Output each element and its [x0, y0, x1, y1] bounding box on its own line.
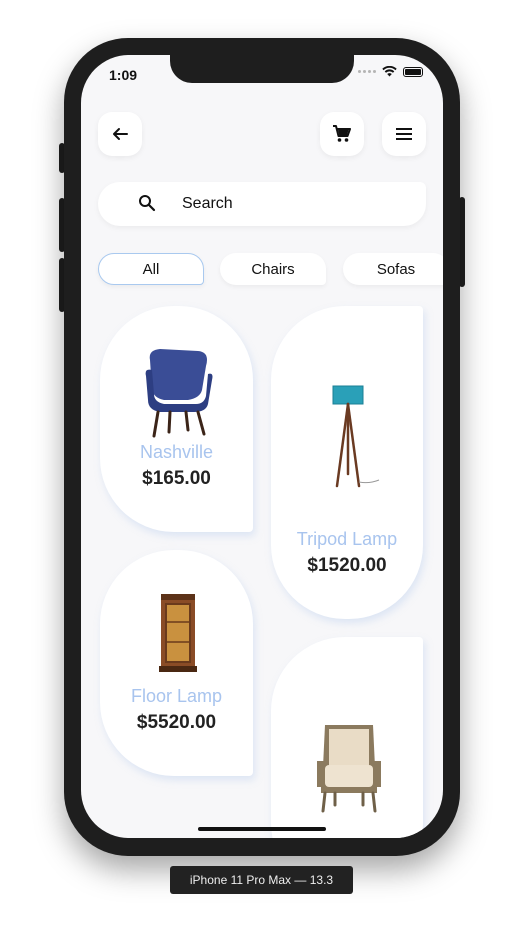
- menu-button[interactable]: [382, 112, 426, 156]
- product-name: Tripod Lamp: [296, 529, 398, 549]
- floor-lamp-image: [159, 594, 197, 672]
- category-chip-chairs[interactable]: Chairs: [220, 253, 326, 285]
- cart-icon: [333, 125, 351, 142]
- notch: [170, 55, 354, 83]
- product-card-armchair[interactable]: [271, 637, 423, 838]
- home-indicator[interactable]: [198, 827, 326, 831]
- product-card-nashville[interactable]: Nashville $165.00: [100, 306, 253, 532]
- arrow-left-icon: [113, 128, 128, 140]
- search-icon: [139, 195, 156, 212]
- armchair-image: [145, 349, 213, 438]
- back-button[interactable]: [98, 112, 142, 156]
- search-placeholder: Search: [182, 195, 233, 212]
- app-screen: 1:09 Search All Chairs Sofas Nashville $…: [81, 55, 443, 838]
- battery-icon: [403, 66, 423, 77]
- wifi-icon: [382, 66, 397, 77]
- menu-icon: [396, 128, 412, 140]
- product-price: $1520.00: [307, 555, 387, 576]
- tripod-lamp-image: [332, 385, 380, 488]
- product-card-floor-lamp[interactable]: Floor Lamp $5520.00: [100, 550, 253, 776]
- category-chip-all[interactable]: All: [98, 253, 204, 285]
- product-name: Floor Lamp: [130, 686, 223, 706]
- category-chip-sofas[interactable]: Sofas: [343, 253, 443, 285]
- status-icons: [358, 66, 423, 77]
- product-name: Nashville: [139, 442, 214, 462]
- product-card-tripod-lamp[interactable]: Tripod Lamp $1520.00: [271, 306, 423, 619]
- status-time: 1:09: [109, 67, 138, 83]
- product-price: $5520.00: [136, 712, 217, 733]
- search-input[interactable]: Search: [98, 182, 426, 226]
- signal-icon: [358, 70, 376, 73]
- bergere-chair-image: [317, 725, 381, 813]
- cart-button[interactable]: [320, 112, 364, 156]
- product-price: $165.00: [142, 468, 211, 489]
- device-label: iPhone 11 Pro Max — 13.3: [170, 866, 353, 894]
